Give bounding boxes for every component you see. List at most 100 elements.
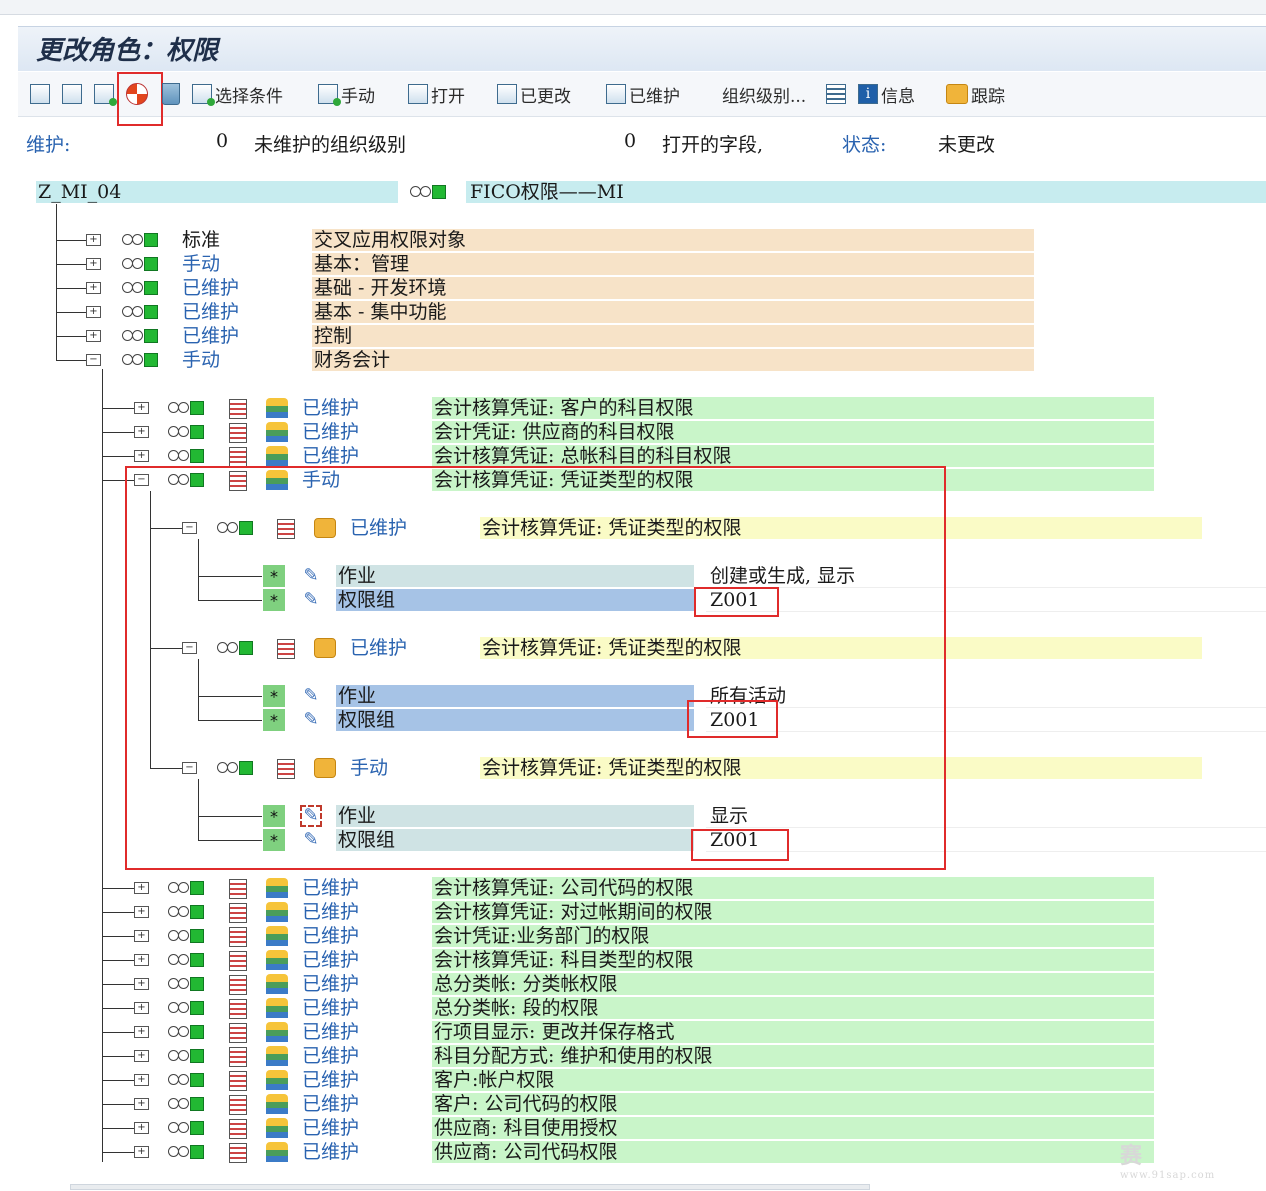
folder-closed-icon[interactable]: +	[134, 1074, 149, 1086]
level2-status: 已维护	[302, 901, 360, 923]
open-icon	[408, 84, 428, 104]
status-lights-icon	[122, 305, 164, 319]
level2-status: 已维护	[302, 997, 360, 1019]
folder-closed-icon[interactable]: +	[134, 1026, 149, 1038]
status-lights-icon	[168, 449, 210, 463]
level2-text[interactable]: 客户: 公司代码的权限	[434, 1093, 617, 1115]
level1-status[interactable]: 已维护	[182, 301, 239, 323]
folder-open-icon[interactable]: −	[86, 354, 101, 366]
status-lights-icon	[168, 1121, 210, 1135]
open-count: 0	[624, 130, 637, 152]
level2-status: 已维护	[302, 1069, 360, 1091]
level1-status[interactable]: 标准	[182, 229, 220, 251]
level2-text[interactable]: 总分类帐: 段的权限	[434, 997, 598, 1019]
tree-line	[102, 432, 134, 433]
folder-closed-icon[interactable]: +	[134, 1122, 149, 1134]
status-lights-icon	[168, 401, 210, 415]
level2-text[interactable]: 客户:帐户权限	[434, 1069, 554, 1091]
trace-button[interactable]: 跟踪	[946, 80, 1005, 108]
highlight-box-document-type	[125, 466, 946, 870]
horizontal-scrollbar[interactable]	[70, 1184, 870, 1190]
org-levels-button[interactable]: 组织级别...	[722, 80, 806, 108]
folder-closed-icon[interactable]: +	[134, 450, 149, 462]
delete-button[interactable]	[162, 80, 180, 108]
unmaintained-count: 0	[216, 130, 229, 152]
back-button[interactable]	[94, 80, 117, 108]
level1-text[interactable]: 基本 - 集中功能	[314, 301, 447, 323]
level2-text[interactable]: 行项目显示: 更改并保存格式	[434, 1021, 674, 1043]
level2-text[interactable]: 会计核算凭证: 总帐科目的科目权限	[434, 445, 731, 467]
tree-line	[102, 1080, 134, 1081]
level1-status[interactable]: 手动	[182, 253, 220, 275]
level2-status: 已维护	[302, 1093, 360, 1115]
level1-text[interactable]: 财务会计	[314, 349, 390, 371]
level2-status: 已维护	[302, 1021, 360, 1043]
role-name[interactable]: Z_MI_04	[38, 181, 121, 203]
folder-closed-icon[interactable]: +	[134, 1002, 149, 1014]
folder-closed-icon[interactable]: +	[134, 978, 149, 990]
level1-text[interactable]: 基础 - 开发环境	[314, 277, 447, 299]
level1-text[interactable]: 基本：管理	[314, 253, 409, 275]
status-lights-icon	[168, 1145, 210, 1159]
folder-closed-icon[interactable]: +	[134, 954, 149, 966]
folder-closed-icon[interactable]: +	[134, 1098, 149, 1110]
level2-status: 已维护	[302, 877, 360, 899]
collapse-all-button[interactable]	[62, 80, 85, 108]
level2-text[interactable]: 会计核算凭证: 公司代码的权限	[434, 877, 693, 899]
folder-closed-icon[interactable]: +	[86, 282, 101, 294]
tree-line	[56, 360, 86, 361]
folder-closed-icon[interactable]: +	[134, 1146, 149, 1158]
manual-button[interactable]: 手动	[318, 80, 375, 108]
maintained-icon	[606, 84, 626, 104]
list-button[interactable]	[826, 80, 849, 108]
folder-closed-icon[interactable]: +	[134, 402, 149, 414]
level2-text[interactable]: 会计核算凭证: 科目类型的权限	[434, 949, 693, 971]
changed-button[interactable]: 已更改	[497, 80, 571, 108]
folder-closed-icon[interactable]: +	[86, 306, 101, 318]
level2-text[interactable]: 总分类帐: 分类帐权限	[434, 973, 617, 995]
expand-all-button[interactable]	[30, 80, 53, 108]
open-button[interactable]: 打开	[408, 80, 465, 108]
level1-text[interactable]: 交叉应用权限对象	[314, 229, 466, 251]
level2-text[interactable]: 会计核算凭证: 对过帐期间的权限	[434, 901, 712, 923]
status-lights-icon	[168, 929, 210, 943]
folder-closed-icon[interactable]: +	[134, 906, 149, 918]
highlight-box-z001-3	[691, 829, 789, 861]
folder-closed-icon[interactable]: +	[134, 882, 149, 894]
auth-class-icon	[266, 446, 288, 466]
page-title: 更改角色：权限	[36, 36, 219, 66]
collapse-all-icon	[62, 84, 82, 104]
level2-status: 已维护	[302, 973, 360, 995]
level2-text[interactable]: 科目分配方式: 维护和使用的权限	[434, 1045, 712, 1067]
auth-object-icon	[229, 423, 247, 443]
level1-status[interactable]: 已维护	[182, 325, 239, 347]
folder-closed-icon[interactable]: +	[86, 234, 101, 246]
level2-text[interactable]: 会计凭证: 供应商的科目权限	[434, 421, 674, 443]
level1-text[interactable]: 控制	[314, 325, 352, 347]
status-lights-icon	[168, 1001, 210, 1015]
level2-text[interactable]: 会计核算凭证: 客户的科目权限	[434, 397, 693, 419]
folder-closed-icon[interactable]: +	[134, 930, 149, 942]
highlight-box-z001-2	[687, 700, 778, 738]
highlight-box-toolbar	[117, 72, 163, 126]
tree-line	[102, 1152, 134, 1153]
status-lights-icon	[168, 1049, 210, 1063]
level2-text[interactable]: 供应商: 公司代码权限	[434, 1141, 617, 1163]
info-button[interactable]: i 信息	[858, 80, 915, 108]
level2-text[interactable]: 会计凭证:业务部门的权限	[434, 925, 649, 947]
folder-closed-icon[interactable]: +	[134, 1050, 149, 1062]
auth-class-icon	[266, 1070, 288, 1090]
level1-status[interactable]: 手动	[182, 349, 220, 371]
auth-class-icon	[266, 950, 288, 970]
auth-object-icon	[229, 927, 247, 947]
folder-closed-icon[interactable]: +	[134, 426, 149, 438]
selection-criteria-button[interactable]: 选择条件	[192, 80, 283, 108]
maintained-button[interactable]: 已维护	[606, 80, 680, 108]
auth-object-icon	[229, 1143, 247, 1163]
folder-closed-icon[interactable]: +	[86, 330, 101, 342]
status-lights-icon	[168, 1097, 210, 1111]
level2-text[interactable]: 供应商: 科目使用授权	[434, 1117, 617, 1139]
level1-status[interactable]: 已维护	[182, 277, 239, 299]
tree-line	[102, 984, 134, 985]
folder-closed-icon[interactable]: +	[86, 258, 101, 270]
